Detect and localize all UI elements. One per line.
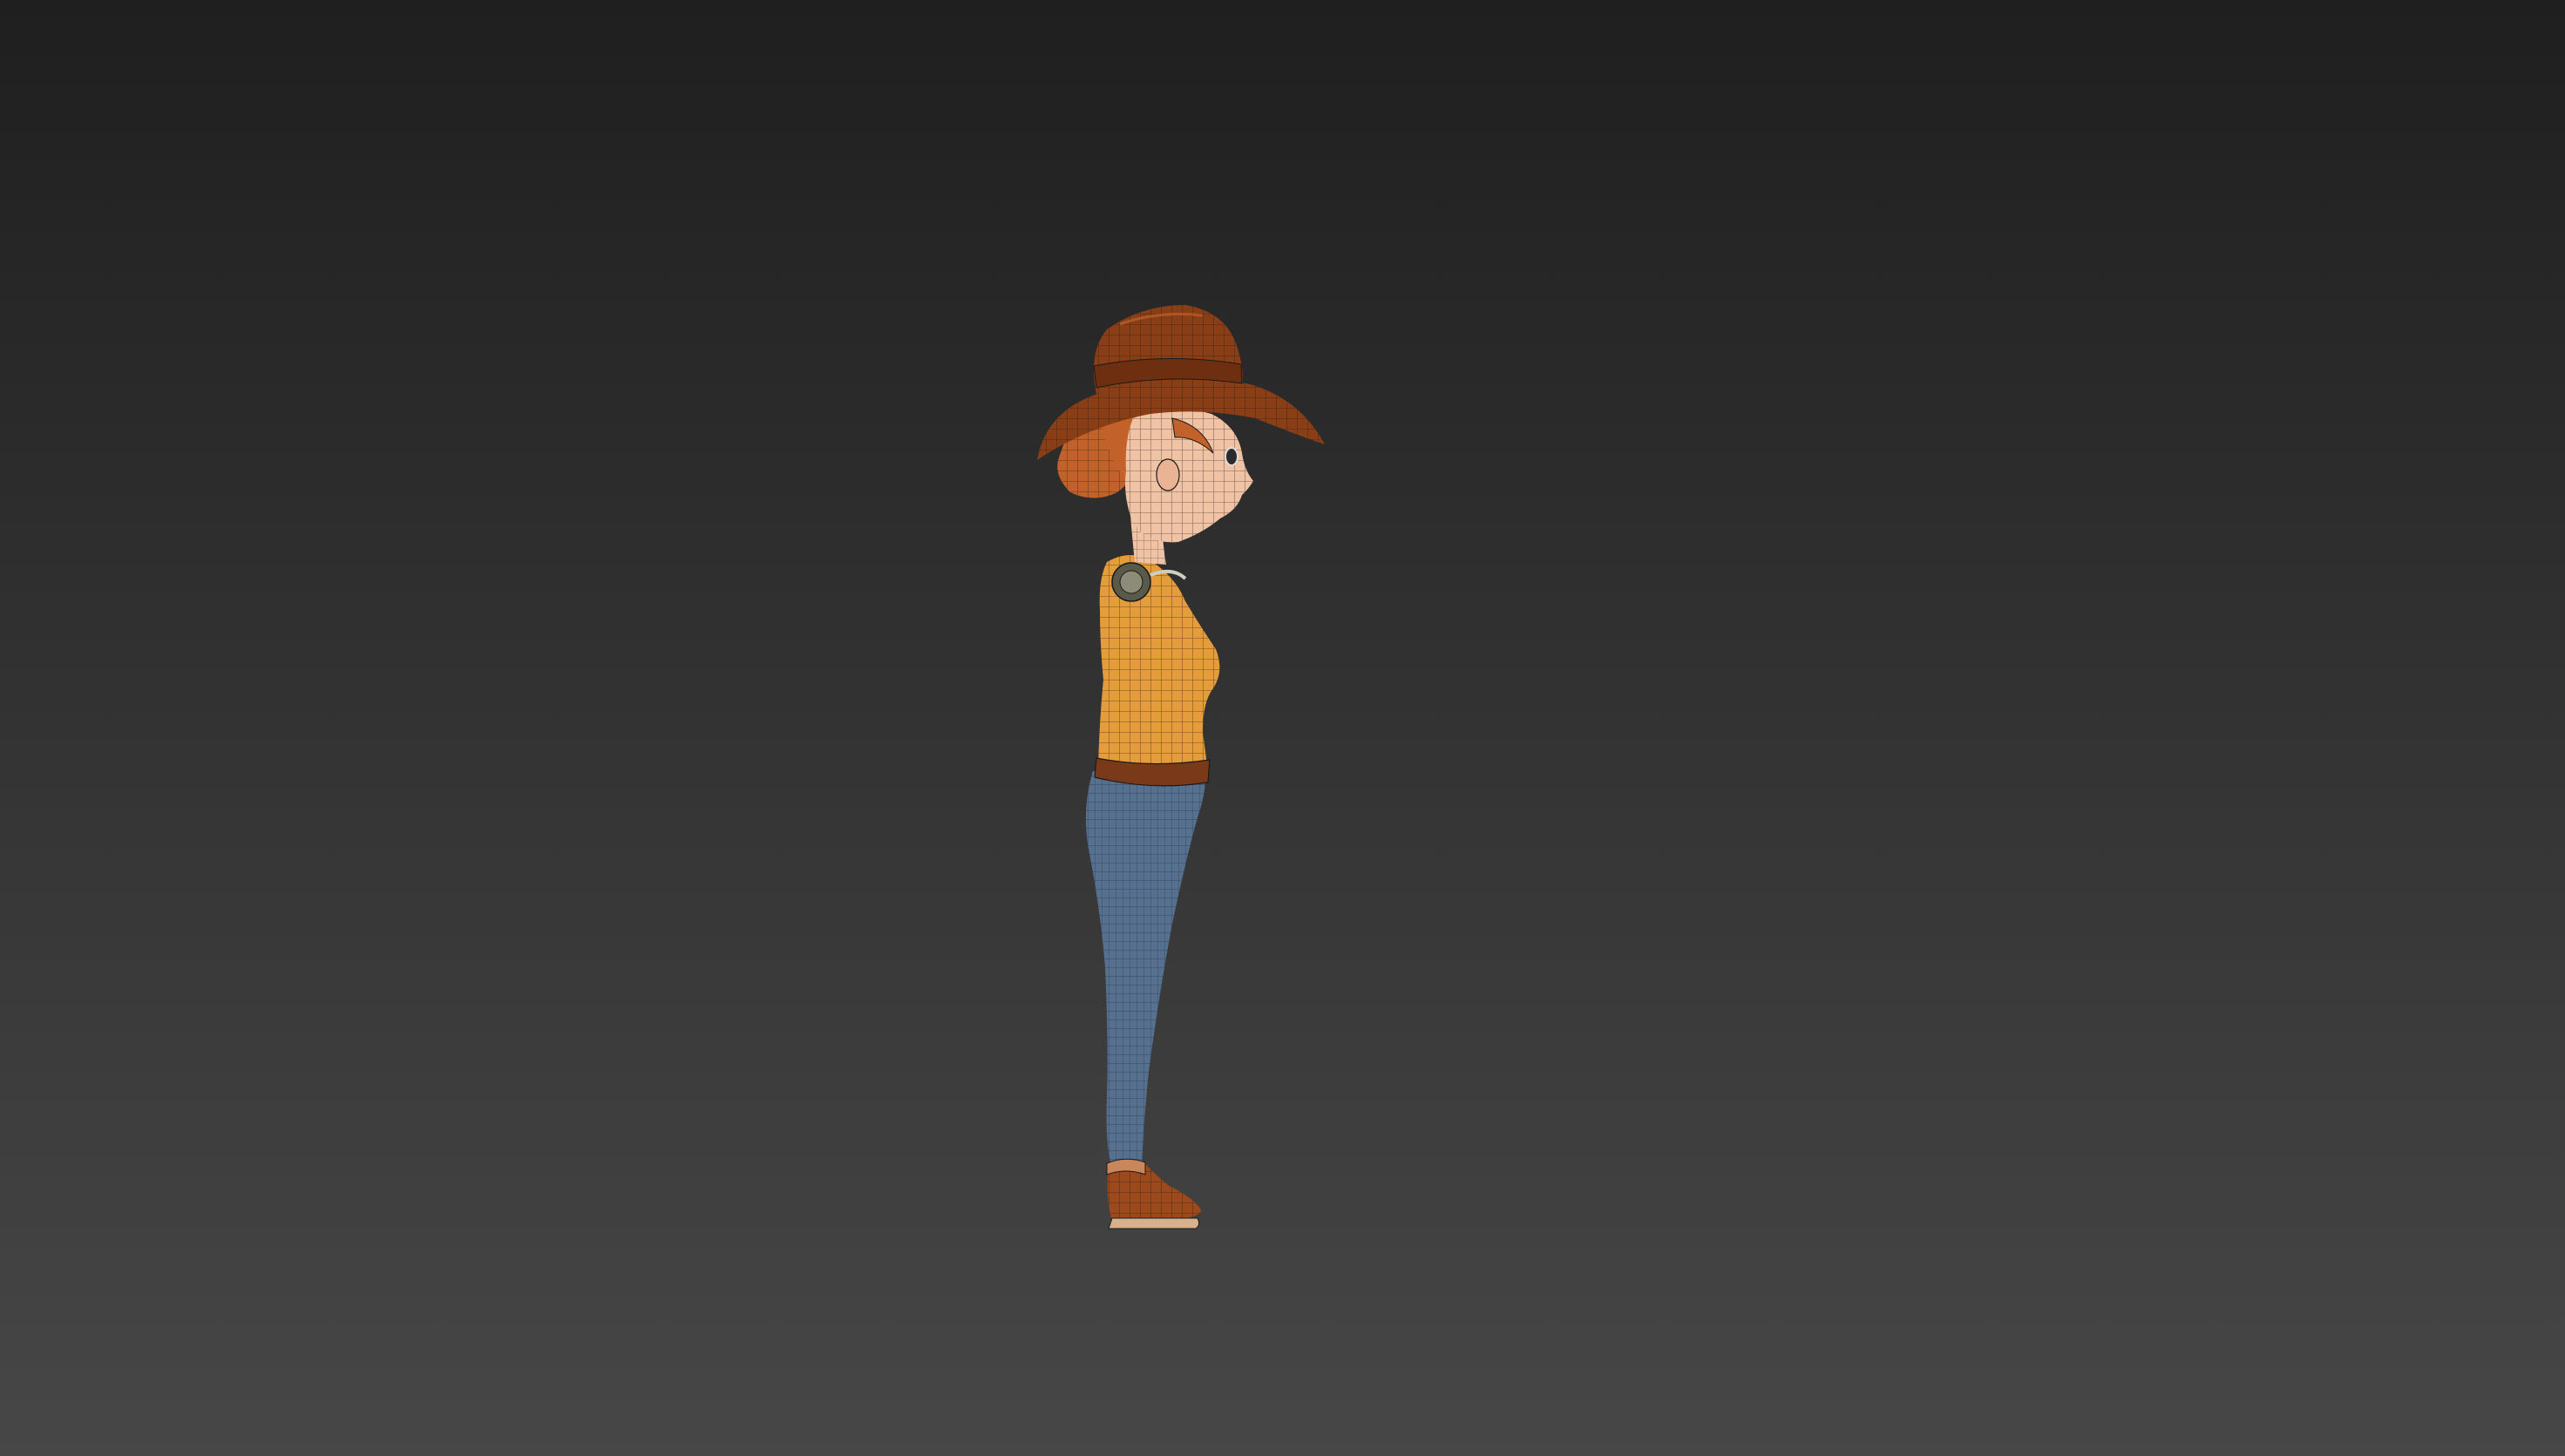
- 3d-viewport[interactable]: [0, 0, 2565, 1456]
- character-head: [1125, 409, 1253, 543]
- character-jeans: [1085, 771, 1205, 1166]
- character-boots: [1106, 1158, 1201, 1229]
- character-model[interactable]: [0, 0, 2565, 1456]
- eye-icon: [1225, 447, 1238, 466]
